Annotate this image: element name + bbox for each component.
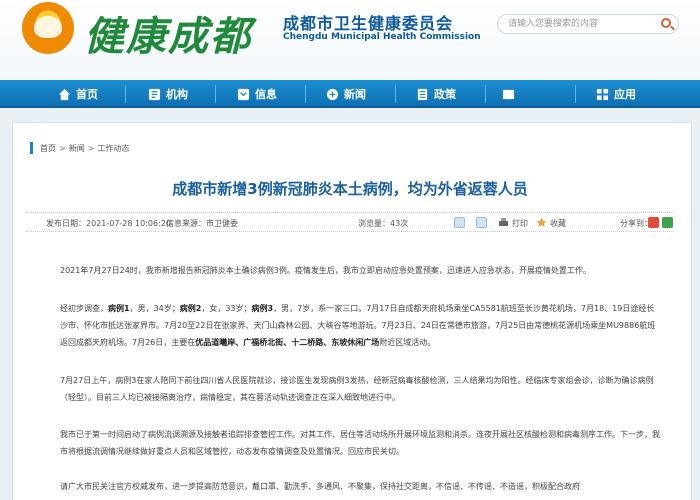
info-icon [237,88,250,100]
breadcrumb-work-link[interactable]: 工作动态 [97,143,129,154]
nav-item-news[interactable]: 新闻 [326,80,366,108]
case-2-label: 病例2 [179,304,202,313]
main-nav: 首页 机构 信息 新闻 政策 应用 [0,80,700,108]
nav-item-org[interactable]: 机构 [148,80,188,108]
print-icon[interactable] [498,217,509,228]
org-name-en: Chengdu Municipal Health Commission [283,32,481,42]
article-paragraph-1: 2021年7月27日24时，我市新增报告新冠肺炎本土确诊病例3例。疫情发生后，我… [60,266,591,275]
nav-item-blank[interactable] [502,80,520,108]
nav-item-home[interactable]: 首页 [58,80,98,108]
publish-time: 发布日期：2021-07-28 10:06:20 [46,219,171,228]
site-logo-text[interactable]: 健康成都 [84,4,252,62]
nav-divider [305,85,306,103]
search-icon[interactable] [661,18,671,28]
blank-icon [502,89,515,99]
activity-places: 优品道曦岸、广福桥北街、十二桥路、东坡休闲广场 [195,338,380,347]
nav-label: 政策 [434,88,456,101]
para-text: 附近区域活动。 [379,338,436,347]
favorite-link[interactable]: 收藏 [550,218,566,229]
breadcrumb-home-link[interactable]: 首页 [40,143,56,154]
nav-item-info[interactable]: 信息 [237,80,277,108]
nav-label: 应用 [614,88,636,101]
nav-label: 信息 [255,88,277,101]
breadcrumb-marker [30,142,33,154]
policy-icon [417,88,428,100]
nav-divider [395,85,396,103]
weibo-share-icon[interactable] [648,217,659,228]
nav-label: 新闻 [344,88,366,101]
nav-label: 首页 [76,88,98,101]
org-icon [148,88,161,100]
wechat-share-icon[interactable] [662,217,673,228]
source-value: 市卫健委 [206,219,238,228]
breadcrumb-separator: > [87,143,95,153]
news-icon [326,88,339,100]
home-icon [58,88,71,100]
nav-divider [125,85,126,103]
article-paragraph-5: 请广大市民关注官方权威发布，进一步提高防范意识，戴口罩、勤洗手、多通风、不聚集，… [60,482,580,491]
para-text: 经初步调查， [60,304,108,313]
para-text: ，女，33岁； [201,304,252,313]
article-meta-bar: 发布日期：2021-07-28 10:06:20 信息来源： 市卫健委 浏览量：… [26,212,674,232]
nav-item-apps[interactable]: 应用 [596,80,636,108]
org-name-cn: 成都市卫生健康委员会 [283,14,454,33]
article-paragraph-2: 经初步调查，病例1，男，34岁；病例2，女，33岁；病例3，男，7岁，系一家三口… [60,300,660,352]
print-link[interactable]: 打印 [512,218,528,229]
breadcrumb-separator: > [59,143,66,153]
article-paragraph-3: 7月27日上午，病例3在家人陪同下前往四川省人民医院就诊，接诊医生发现病例3发热… [60,376,654,402]
case-3-label: 病例3 [251,304,274,313]
article-paragraph-4: 我市已于第一时间启动了病例流调溯源及接触者追踪排查管控工作。对其工作、居住等活动… [60,430,660,456]
font-size-icon[interactable] [476,217,487,228]
nav-divider [575,85,576,103]
logo-icon[interactable] [22,2,74,54]
nav-item-policy[interactable]: 政策 [416,80,456,108]
nav-divider [215,85,216,103]
case-1-label: 病例1 [108,304,130,313]
breadcrumb-news-link[interactable]: 新闻 [69,143,85,154]
para-text: ，男，34岁； [129,304,180,313]
article-title: 成都市新增3例新冠肺炎本土病例，均为外省返蓉人员 [172,180,528,198]
breadcrumb: 首页 > 新闻 > 工作动态 [30,141,670,155]
app-icon [596,88,609,100]
site-header: 健康成都 成都市卫生健康委员会 Chengdu Municipal Health… [0,0,700,80]
source-label: 信息来源： [166,219,206,228]
favorite-icon[interactable] [536,217,547,228]
view-count: 浏览量：43次 [358,219,409,228]
nav-divider [485,85,486,103]
nav-label: 机构 [166,88,188,101]
search-input[interactable]: 请输入您要搜索的内容 [497,14,679,34]
font-size-icon[interactable] [454,217,465,228]
